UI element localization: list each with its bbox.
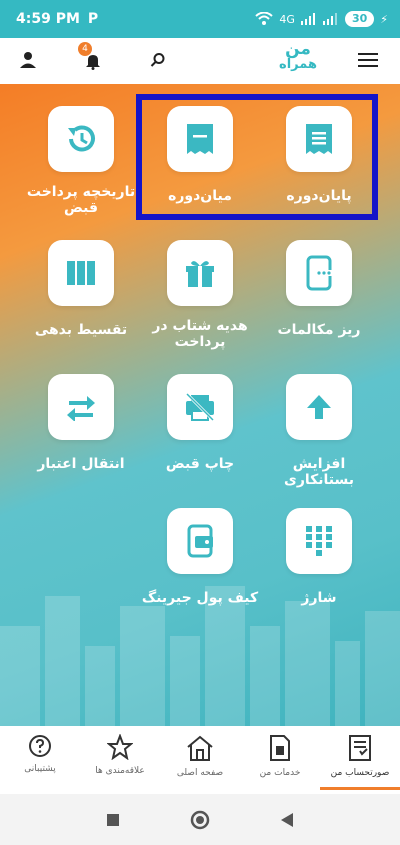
nav-label: صفحه اصلی [176, 768, 224, 778]
battery-level: 30 [344, 11, 375, 27]
sim-card-icon [270, 735, 290, 761]
tile-afzayesh[interactable] [286, 374, 352, 440]
tile-riz-mokalemat[interactable] [286, 240, 352, 306]
wallet-icon [187, 524, 213, 558]
print-bill-icon [185, 392, 215, 422]
star-icon [107, 734, 133, 760]
back-icon[interactable] [280, 812, 294, 828]
charging-icon: ⚡ [380, 12, 388, 26]
home-icon [187, 735, 213, 761]
wifi-icon [255, 12, 274, 25]
services-grid: پایان‌دوره میان‌دوره تاریخچه پرداخت قبض … [0, 84, 400, 726]
nav-label: صورتحساب من [330, 768, 390, 778]
tile-label-chap-ghabz: چاپ قبض [165, 456, 235, 472]
search-icon[interactable] [150, 52, 166, 68]
notification-badge: 4 [78, 42, 92, 56]
gift-icon [186, 261, 214, 287]
selection-highlight [136, 94, 378, 220]
carrier-icon: P [87, 11, 99, 27]
nav-home[interactable]: صفحه اصلی [160, 726, 240, 794]
home-button-icon[interactable] [190, 810, 210, 830]
bill-icon [349, 735, 371, 761]
tile-sharj[interactable] [286, 508, 352, 574]
help-icon [29, 735, 51, 757]
arrow-up-icon [307, 395, 331, 419]
nav-label: علاقه‌مندی ها [95, 766, 145, 776]
tile-hadie[interactable] [167, 240, 233, 306]
tile-label-tarikhche: تاریخچه پرداخت قبض [26, 184, 136, 216]
nav-my-services[interactable]: خدمات من [240, 726, 320, 794]
signal-icon [300, 13, 315, 25]
tile-label-afzayesh: افزایش بستانکاری [283, 456, 355, 488]
transfer-icon [67, 396, 95, 421]
tile-label-riz-mokalemat: ریز مکالمات [277, 322, 361, 338]
tile-label-hadie: هدیه شتاب در پرداخت [152, 318, 248, 350]
app-logo: من همراه [279, 39, 317, 72]
tile-label-sharj: شارژ [301, 590, 337, 606]
nav-label: خدمات من [259, 768, 301, 778]
clock: 4:59 PM [16, 11, 80, 27]
network-type: 4G [279, 12, 295, 26]
tile-taghsit[interactable] [48, 240, 114, 306]
active-tab-indicator [320, 787, 400, 790]
menu-icon[interactable] [358, 52, 378, 68]
tile-label-enteghal: انتقال اعتبار [37, 456, 125, 472]
keypad-icon [306, 526, 332, 556]
nav-my-bill[interactable]: صورتحساب من [320, 726, 400, 794]
status-bar: 4:59 PM P 4G 30 ⚡ [0, 0, 400, 38]
nav-label: پشتیبانی [24, 764, 56, 774]
tile-chap-ghabz[interactable] [167, 374, 233, 440]
recent-apps-icon[interactable] [106, 813, 120, 827]
nav-favorites[interactable]: علاقه‌مندی ها [80, 726, 160, 794]
nav-support[interactable]: پشتیبانی [0, 726, 80, 794]
app-header: 4 من همراه [0, 38, 400, 84]
tile-tarikhche[interactable] [48, 106, 114, 172]
tile-kif-pool[interactable] [167, 508, 233, 574]
tile-enteghal[interactable] [48, 374, 114, 440]
installments-icon [67, 261, 95, 285]
call-details-icon [306, 255, 334, 291]
history-icon [68, 125, 95, 152]
bottom-navigation: صورتحساب من خدمات من صفحه اصلی علاقه‌مند… [0, 726, 400, 794]
system-navigation-bar [0, 794, 400, 845]
profile-icon[interactable] [18, 50, 38, 70]
signal-icon-2 [322, 13, 337, 25]
tile-label-kif-pool: کیف پول جیرینگ [141, 590, 259, 606]
tile-label-taghsit: تقسیط بدهی [34, 322, 128, 338]
